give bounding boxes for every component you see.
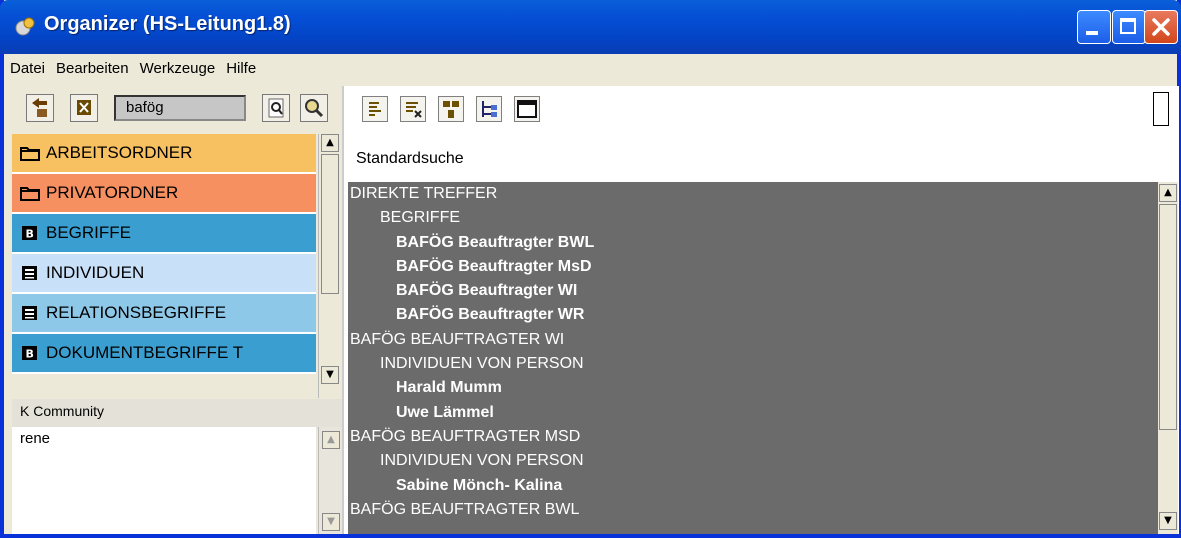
scroll-up-button[interactable]: ▲ [321, 134, 339, 152]
hierarchy-button[interactable] [438, 96, 464, 122]
scroll-thumb[interactable] [321, 154, 339, 294]
right-pane: Standardsuche DIREKTE TREFFER BEGRIFFE BAF… [342, 86, 1179, 534]
delete-icon [77, 100, 91, 115]
folder-label: RELATIONSBEGRIFFE [46, 303, 227, 322]
minimize-button[interactable] [1077, 10, 1111, 44]
close-button[interactable] [1144, 10, 1178, 44]
window-icon [517, 100, 537, 118]
list-arrow-icon [406, 102, 422, 118]
menu-bearbeiten[interactable]: Bearbeiten [50, 54, 134, 77]
section-title: Standardsuche [356, 150, 464, 167]
b-icon: B [20, 345, 40, 361]
folder-label: INDIVIDUEN [46, 263, 145, 282]
result-category: BEGRIFFE [380, 209, 461, 227]
folder-label: ARBEITSORDNER [46, 143, 193, 162]
folder-item-individuen[interactable]: INDIVIDUEN [12, 254, 316, 294]
title-bar[interactable]: Organizer (HS-Leitung1.8) [0, 0, 1181, 54]
folder-list: ARBEITSORDNER PRIVATORDNER B BEGRIFFE INDIVI… [12, 134, 316, 430]
window-button[interactable] [514, 96, 540, 122]
result-entry[interactable]: BAFÖG Beauftragter WI [348, 279, 1158, 303]
app-window: Organizer (HS-Leitung1.8) Datei Bearbeite… [0, 0, 1181, 538]
magnifier-doc-icon [268, 98, 284, 118]
search-input[interactable]: bafög [114, 95, 246, 121]
menu-hilfe[interactable]: Hilfe [220, 54, 261, 77]
list-icon [20, 265, 40, 281]
list-icon [20, 305, 40, 321]
menu-datei[interactable]: Datei [4, 54, 50, 77]
scroll-down-button[interactable]: ▼ [321, 366, 339, 384]
folder-item-relationsbegriffe[interactable]: RELATIONSBEGRIFFE [12, 294, 316, 334]
result-entry[interactable]: Uwe Lämmel [348, 401, 1158, 425]
result-entry[interactable]: BAFÖG Beauftragter WR [348, 303, 1158, 327]
folder-item-privatordner[interactable]: PRIVATORDNER [12, 174, 316, 214]
delete-button[interactable] [70, 94, 98, 122]
result-group-header: DIREKTE TREFFER [350, 185, 498, 202]
result-group-header: BAFÖG BEAUFTRAGTER WI [350, 330, 565, 348]
search-options-button[interactable] [262, 94, 290, 122]
tree-view-button[interactable] [476, 96, 502, 122]
status-indicator [1153, 92, 1169, 126]
community-header: K Community [12, 399, 342, 429]
folder-icon [20, 185, 40, 201]
folder-list-scrollbar[interactable]: ▲ ▼ [318, 134, 341, 398]
scroll-down-button[interactable]: ▼ [322, 513, 340, 531]
folder-label: DOKUMENTBEGRIFFE T [46, 343, 244, 362]
menu-bar: Datei Bearbeiten Werkzeuge Hilfe [4, 54, 1177, 86]
results-scrollbar[interactable]: ▲ ▼ [1158, 182, 1178, 534]
organizer-app-icon [15, 17, 35, 36]
scroll-up-button[interactable]: ▲ [1159, 184, 1177, 202]
svg-text:B: B [26, 348, 34, 361]
back-button[interactable] [26, 94, 54, 122]
search-button[interactable] [300, 94, 328, 122]
maximize-icon [1120, 18, 1136, 34]
results-list: DIREKTE TREFFER BEGRIFFE BAFÖG Beauftragte… [348, 182, 1158, 534]
folder-item-arbeitsordner[interactable]: ARBEITSORDNER [12, 134, 316, 174]
left-pane: bafög ARBEITSORDNER PRIVATORDNER B BEGRIFFE… [4, 86, 343, 534]
left-toolbar: bafög [4, 86, 342, 130]
window-title: Organizer (HS-Leitung1.8) [44, 13, 291, 35]
back-arrow-icon [32, 98, 47, 117]
folder-label: PRIVATORDNER [46, 183, 179, 202]
minimize-icon [1086, 31, 1098, 35]
result-category: INDIVIDUEN VON PERSON [380, 452, 584, 470]
svg-text:B: B [26, 228, 34, 241]
hierarchy-icon [443, 101, 459, 118]
scroll-down-button[interactable]: ▼ [1159, 512, 1177, 530]
result-entry[interactable]: Harald Mumm [348, 376, 1158, 400]
maximize-button[interactable] [1112, 10, 1146, 44]
result-entry[interactable]: BAFÖG Beauftragter MsD [348, 255, 1158, 279]
list-lines-icon [369, 102, 381, 116]
community-item[interactable]: rene [20, 430, 316, 447]
community-list: rene [12, 427, 316, 534]
scroll-up-button[interactable]: ▲ [322, 431, 340, 449]
result-entry[interactable]: Sabine Mönch- Kalina [348, 474, 1158, 498]
result-entry[interactable]: BAFÖG Beauftragter BWL [348, 231, 1158, 255]
tree-icon [482, 101, 497, 117]
community-scrollbar[interactable]: ▲ ▼ [318, 427, 343, 534]
menu-werkzeuge[interactable]: Werkzeuge [134, 54, 221, 77]
folder-icon [20, 145, 40, 161]
collapse-button[interactable] [400, 96, 426, 122]
scroll-thumb[interactable] [1159, 204, 1177, 430]
result-category: INDIVIDUEN VON PERSON [380, 355, 584, 373]
folder-label: BEGRIFFE [46, 223, 132, 242]
result-group-header: BAFÖG BEAUFTRAGTER BWL [350, 500, 580, 518]
folder-item-begriffe[interactable]: B BEGRIFFE [12, 214, 316, 254]
search-icon [305, 99, 324, 118]
result-group-header: BAFÖG BEAUFTRAGTER MSD [350, 427, 581, 445]
right-toolbar [344, 86, 1179, 130]
expand-all-button[interactable] [362, 96, 388, 122]
folder-item-dokumentbegriffe-t[interactable]: B DOKUMENTBEGRIFFE T [12, 334, 316, 374]
close-icon [1152, 18, 1170, 36]
b-icon: B [20, 225, 40, 241]
